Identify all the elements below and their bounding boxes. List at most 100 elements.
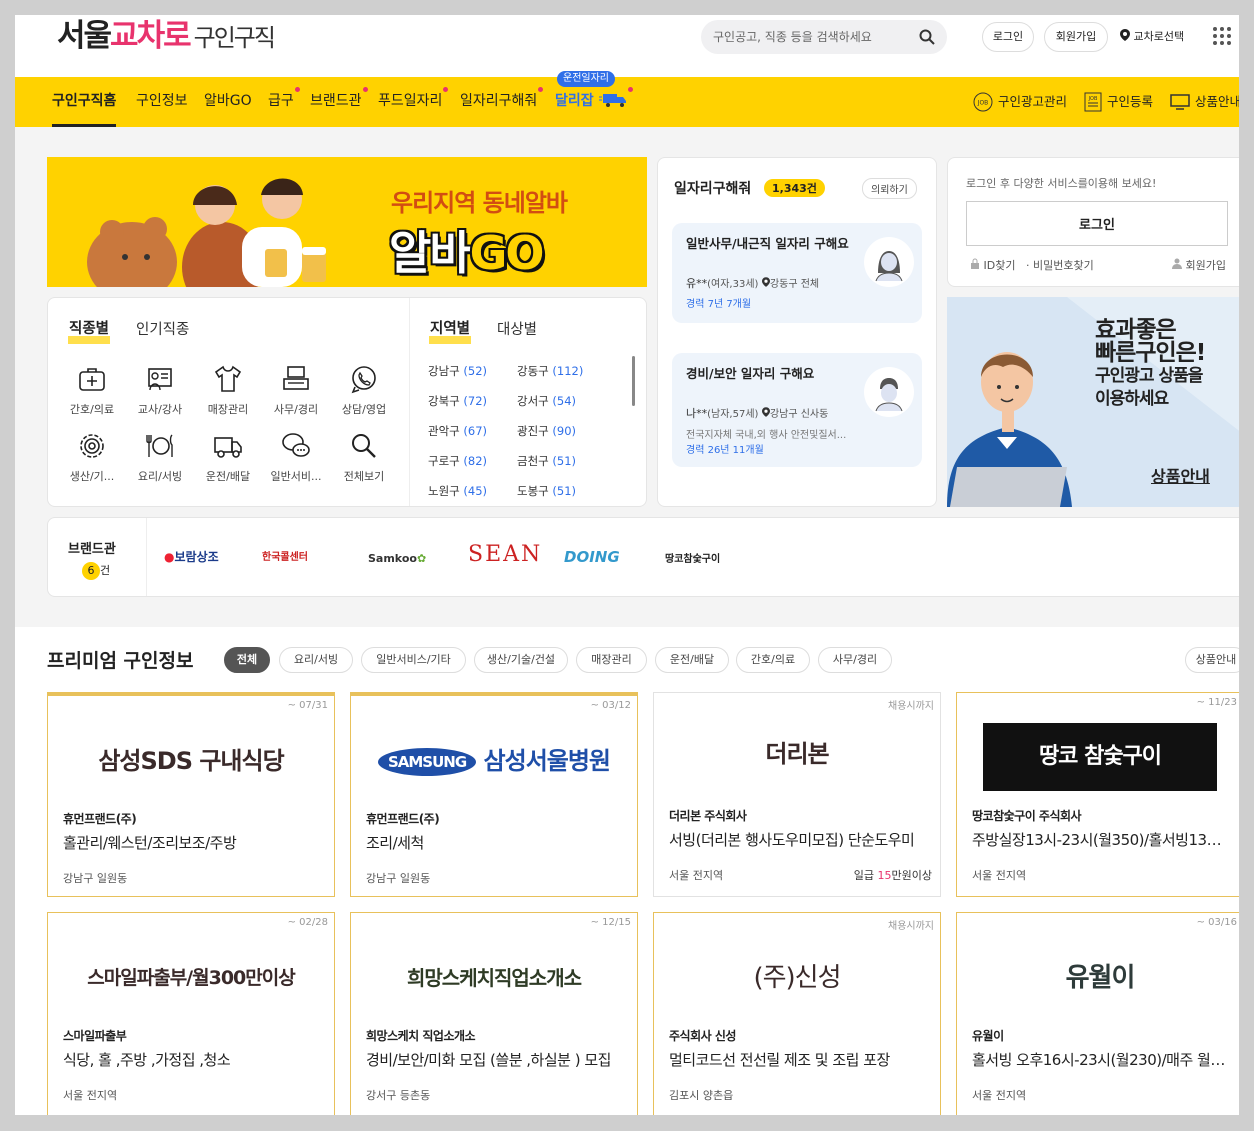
nav-food-jobs[interactable]: 푸드일자리 (378, 77, 449, 127)
nav-dallijob[interactable]: 달리잡 (555, 77, 633, 127)
brand-sean[interactable]: SEAN (468, 542, 542, 567)
category-sales[interactable]: 상담/영업 (332, 363, 396, 417)
boram-logo-icon: ● (164, 550, 175, 564)
category-teacher[interactable]: 교사/강사 (128, 363, 192, 417)
category-service[interactable]: 일반서비... (264, 430, 328, 484)
signup-panel-link[interactable]: 회원가입 (1172, 257, 1226, 273)
login-panel: 로그인 후 다양한 서비스를이용해 보세요! 로그인 ID찾기 · 비밀번호찾기… (947, 157, 1239, 287)
signup-panel-label: 회원가입 (1185, 259, 1226, 272)
region-scrollbar[interactable] (632, 356, 635, 406)
location-pin-icon (1120, 29, 1130, 41)
location-pin-icon (761, 407, 770, 417)
job-company: 스마일파출부 (63, 1029, 127, 1043)
person-detail: (여자,33세) (707, 279, 759, 290)
nav-products[interactable]: 상품안내 (1170, 77, 1239, 127)
find-password-link[interactable]: · 비밀번호찾기 (1026, 257, 1094, 273)
category-production[interactable]: 생산/기... (60, 430, 124, 484)
brand-boram[interactable]: ●보람상조 (164, 548, 219, 565)
brand-doing[interactable]: DOING (564, 548, 620, 566)
signup-link[interactable]: 회원가입 (1044, 22, 1108, 52)
logo-part-seoul: 서울 (57, 18, 112, 54)
region-gwanak[interactable]: 관악구 (67) (428, 423, 487, 439)
chip-office[interactable]: 사무/경리 (818, 647, 892, 673)
nav-job-register[interactable]: JOB 구인등록 (1084, 77, 1153, 127)
category-view-all[interactable]: 전체보기 (332, 430, 396, 484)
chip-service[interactable]: 일반서비스/기타 (361, 647, 466, 673)
chip-production[interactable]: 생산/기술/건설 (474, 647, 568, 673)
request-card[interactable]: 경비/보안 일자리 구해요 나**(남자,57세) 강남구 신사동 전국지자체 … (672, 353, 922, 467)
category-label: 사무/경리 (273, 403, 319, 416)
search-input[interactable] (713, 20, 913, 54)
region-gwangjin[interactable]: 광진구 (90) (517, 423, 576, 439)
region-dobong[interactable]: 도봉구 (51) (517, 483, 576, 499)
ad-line-1: 효과좋은 (1095, 317, 1177, 343)
brand-count-unit: 건 (100, 564, 111, 577)
job-card[interactable]: ~ 03/16 유월이 유월이 홀서빙 오후16시-23시(월230)/매주 월… (956, 912, 1239, 1115)
job-card[interactable]: 채용시까지 (주)신성 주식회사 신성 멀티코드선 전선릴 제조 및 조립 포장… (653, 912, 941, 1115)
region-gangnam[interactable]: 강남구 (52) (428, 363, 487, 379)
region-gangbuk[interactable]: 강북구 (72) (428, 393, 487, 409)
albago-banner[interactable]: 우리지역 동네알바 알바GO (47, 157, 647, 287)
job-card[interactable]: 채용시까지 더리본 더리본 주식회사 서빙(더리본 행사도우미모집) 단순도우미… (653, 692, 941, 897)
chip-store[interactable]: 매장관리 (576, 647, 647, 673)
ad-product-link[interactable]: 상품안내 (1151, 463, 1210, 487)
region-gangseo[interactable]: 강서구 (54) (517, 393, 576, 409)
nav-dallijob-label: 달리잡 (555, 93, 594, 109)
chip-cooking[interactable]: 요리/서빙 (279, 647, 353, 673)
region-name: 강남구 (428, 364, 460, 378)
ad-headline: 효과좋은 빠른구인은! 구인광고 상품을 이용하세요 (1095, 317, 1206, 411)
job-card[interactable]: ~ 12/15 희망스케치직업소개소 희망스케치 직업소개소 경비/보안/미화 … (350, 912, 638, 1115)
region-geumcheon[interactable]: 금천구 (51) (517, 453, 576, 469)
panel-divider (409, 298, 410, 506)
site-logo[interactable]: 서울교차로 구인구직 (57, 18, 276, 56)
products-info-button[interactable]: 상품안내 (1185, 647, 1239, 673)
nav-albago[interactable]: 알바GO (204, 77, 252, 127)
nav-brand[interactable]: 브랜드관 (310, 77, 368, 127)
tab-by-job-type[interactable]: 직종별 (68, 322, 111, 344)
tab-by-region[interactable]: 지역별 (429, 322, 472, 344)
person-location: 강남구 신사동 (769, 409, 829, 420)
job-card[interactable]: ~ 11/23 땅코 참숯구이 땅코참숯구이 주식회사 주방실장13시-23시(… (956, 692, 1239, 897)
job-card[interactable]: ~ 02/28 스마일파출부/월300만이상 스마일파출부 식당, 홀 ,주방 … (47, 912, 335, 1115)
region-gangdong[interactable]: 강동구 (112) (517, 363, 583, 379)
search-icon[interactable] (919, 29, 935, 45)
job-card[interactable]: ~ 03/12 SAMSUNG 삼성서울병원 휴먼프랜드(주) 조리/세척 강남… (350, 692, 638, 897)
login-button[interactable]: 로그인 (966, 201, 1228, 246)
brand-label: 브랜드관 (68, 542, 116, 557)
brand-callcenter[interactable]: 한국콜센터 (262, 548, 308, 563)
nav-job-info[interactable]: 구인정보 (136, 77, 188, 127)
category-office[interactable]: 사무/경리 (264, 363, 328, 417)
category-store[interactable]: 매장관리 (196, 363, 260, 417)
nav-home[interactable]: 구인구직홈 (52, 77, 117, 127)
banner-subtitle: 우리지역 동네알바 (391, 189, 568, 217)
region-guro[interactable]: 구로구 (82) (428, 453, 487, 469)
nav-urgent[interactable]: 급구 (268, 77, 300, 127)
tab-popular-jobs[interactable]: 인기직종 (136, 318, 189, 339)
find-id-link[interactable]: ID찾기 (970, 257, 1015, 273)
male-avatar-icon (864, 367, 914, 417)
job-card[interactable]: ~ 07/31 삼성SDS 구내식당 휴먼프랜드(주) 홀관리/웨스턴/조리보조… (47, 692, 335, 897)
chip-medical[interactable]: 간호/의료 (736, 647, 810, 673)
nav-find-me-job[interactable]: 일자리구해줘 (460, 77, 544, 127)
product-ad[interactable]: 효과좋은 빠른구인은! 구인광고 상품을 이용하세요 상품안내 (947, 297, 1239, 507)
request-button[interactable]: 의뢰하기 (862, 178, 917, 199)
nav-ad-manage[interactable]: JOB 구인광고관리 (973, 77, 1067, 127)
brand-samkoo[interactable]: Samkoo✿ (368, 552, 426, 565)
svg-text:JOB: JOB (1088, 96, 1098, 102)
region-name: 노원구 (428, 484, 460, 498)
login-link[interactable]: 로그인 (982, 22, 1034, 52)
page: 서울교차로구인구직 로그인 회원가입 교차로선택 구인구직홈 구인정보 알바GO… (15, 15, 1239, 1115)
all-menu-icon[interactable] (1213, 27, 1231, 45)
category-medical[interactable]: 간호/의료 (60, 363, 124, 417)
category-driving[interactable]: 운전/배달 (196, 430, 260, 484)
region-nowon[interactable]: 노원구 (45) (428, 483, 487, 499)
line-select[interactable]: 교차로선택 (1120, 22, 1184, 52)
category-cooking[interactable]: 요리/서빙 (128, 430, 192, 484)
brand-ddangko[interactable]: 땅코참숯구이 (665, 550, 720, 565)
chip-driving[interactable]: 운전/배달 (655, 647, 729, 673)
tab-by-target[interactable]: 대상별 (497, 318, 537, 339)
chip-all[interactable]: 전체 (224, 647, 270, 673)
location-pin-icon (761, 277, 770, 287)
pay-prefix: 일급 (853, 869, 878, 882)
request-card[interactable]: 일반사무/내근직 일자리 구해요 유**(여자,33세) 강동구 전체 경력 7… (672, 223, 922, 323)
